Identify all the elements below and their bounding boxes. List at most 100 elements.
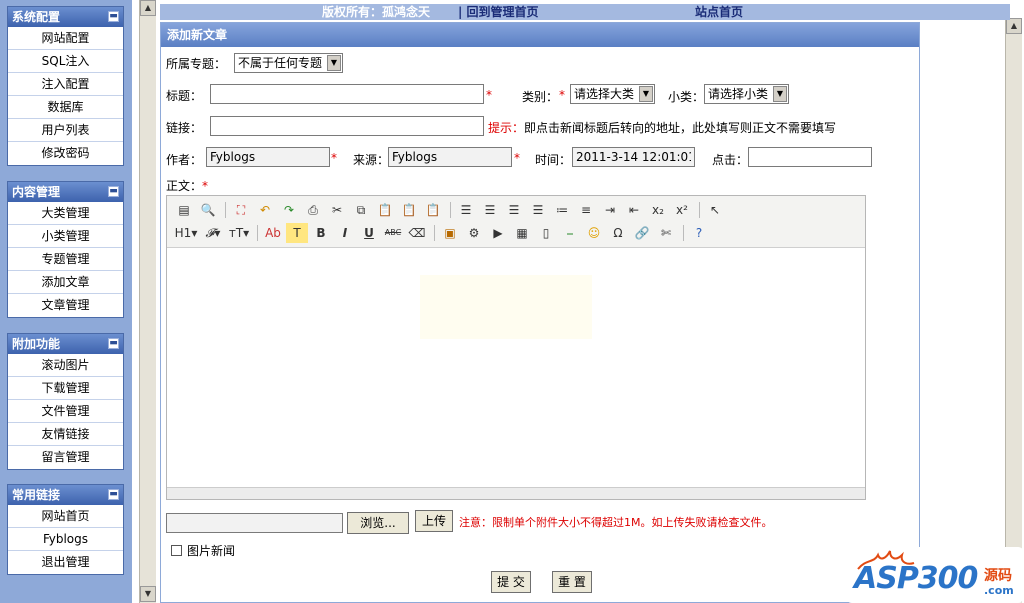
scroll-up-icon[interactable]: ▲ <box>1006 18 1022 34</box>
file-path-input[interactable] <box>166 513 343 533</box>
frame-scrollbar[interactable]: ▲ ▼ <box>139 0 156 603</box>
undo-icon[interactable]: ↶ <box>254 200 276 220</box>
menu-group-title: 内容管理 <box>12 185 61 199</box>
sidebar-item-scroll-images[interactable]: 滚动图片 <box>8 354 123 377</box>
source-icon[interactable]: ▤ <box>173 200 195 220</box>
indent-icon[interactable]: ⇥ <box>599 200 621 220</box>
sidebar-item-sql-injection[interactable]: SQL注入 <box>8 50 123 73</box>
subscript-icon[interactable]: x₂ <box>647 200 669 220</box>
menu-group-title: 系统配置 <box>12 10 61 24</box>
sidebar: 系统配置 ▬ 网站配置 SQL注入 注入配置 数据库 用户列表 修改密码 内容管… <box>0 0 132 603</box>
print-icon[interactable]: ⎙ <box>302 200 324 220</box>
browse-button[interactable]: 浏览... <box>347 512 409 534</box>
justify-icon[interactable]: ☰ <box>527 200 549 220</box>
menu-group-header[interactable]: 附加功能 ▬ <box>8 334 123 354</box>
scroll-down-icon[interactable]: ▼ <box>140 586 156 602</box>
time-input[interactable] <box>572 147 695 167</box>
sidebar-item-subcategory[interactable]: 小类管理 <box>8 225 123 248</box>
source-input[interactable] <box>388 147 512 167</box>
site-home-link[interactable]: 站点首页 <box>695 4 743 20</box>
link-input[interactable] <box>210 116 484 136</box>
cut-icon[interactable]: ✂ <box>326 200 348 220</box>
bold-icon[interactable]: B <box>310 223 332 243</box>
sidebar-item-files[interactable]: 文件管理 <box>8 400 123 423</box>
minus-icon[interactable]: ▬ <box>108 338 119 349</box>
paste-icon[interactable]: 📋 <box>374 200 396 220</box>
sidebar-item-topics[interactable]: 专题管理 <box>8 248 123 271</box>
help-icon[interactable]: ? <box>688 223 710 243</box>
author-input[interactable] <box>206 147 330 167</box>
image-icon[interactable]: ▣ <box>439 223 461 243</box>
paste-text-icon[interactable]: 📋 <box>398 200 420 220</box>
preview-icon[interactable]: 🔍 <box>197 200 219 220</box>
sidebar-item-injection-config[interactable]: 注入配置 <box>8 73 123 96</box>
main-scrollbar[interactable]: ▲ ▼ <box>1005 18 1022 603</box>
text-color-icon[interactable]: Ab <box>262 223 284 243</box>
sidebar-item-friend-links[interactable]: 友情链接 <box>8 423 123 446</box>
underline-icon[interactable]: U <box>358 223 380 243</box>
minus-icon[interactable]: ▬ <box>108 186 119 197</box>
sidebar-item-downloads[interactable]: 下载管理 <box>8 377 123 400</box>
menu-group-links: 常用链接 ▬ 网站首页 Fyblogs 退出管理 <box>7 484 124 575</box>
paste-word-icon[interactable]: 📋 <box>422 200 444 220</box>
minus-icon[interactable]: ▬ <box>108 11 119 22</box>
special-select[interactable]: 不属于任何专题 ▼ <box>234 53 343 73</box>
sidebar-item-site-config[interactable]: 网站配置 <box>8 27 123 50</box>
fullscreen-icon[interactable]: ⛶ <box>230 200 252 220</box>
unlink-icon[interactable]: ✄ <box>655 223 677 243</box>
superscript-icon[interactable]: x² <box>671 200 693 220</box>
image-news-checkbox[interactable] <box>171 545 182 556</box>
sidebar-item-change-password[interactable]: 修改密码 <box>8 142 123 165</box>
copy-icon[interactable]: ⧉ <box>350 200 372 220</box>
unordered-list-icon[interactable]: ≡ <box>575 200 597 220</box>
font-family-icon[interactable]: 𝓕▾ <box>201 223 225 243</box>
outdent-icon[interactable]: ⇤ <box>623 200 645 220</box>
submit-button[interactable]: 提 交 <box>491 571 531 593</box>
italic-icon[interactable]: I <box>334 223 356 243</box>
hr-icon[interactable]: ⎯ <box>559 223 581 243</box>
sidebar-item-logout[interactable]: 退出管理 <box>8 551 123 574</box>
menu-group-system: 系统配置 ▬ 网站配置 SQL注入 注入配置 数据库 用户列表 修改密码 <box>7 6 124 166</box>
sidebar-item-add-article[interactable]: 添加文章 <box>8 271 123 294</box>
strikethrough-icon[interactable]: ABC <box>382 223 404 243</box>
toolbar-separator <box>257 225 258 241</box>
sidebar-item-category[interactable]: 大类管理 <box>8 202 123 225</box>
sidebar-item-user-list[interactable]: 用户列表 <box>8 119 123 142</box>
page-break-icon[interactable]: ▯ <box>535 223 557 243</box>
menu-group-header[interactable]: 系统配置 ▬ <box>8 7 123 27</box>
minus-icon[interactable]: ▬ <box>108 489 119 500</box>
reset-button[interactable]: 重 置 <box>552 571 592 593</box>
editor-content-area[interactable] <box>167 248 865 488</box>
sidebar-item-article-manage[interactable]: 文章管理 <box>8 294 123 317</box>
subcategory-select[interactable]: 请选择小类 ▼ <box>704 84 789 104</box>
menu-group-header[interactable]: 内容管理 ▬ <box>8 182 123 202</box>
select-all-icon[interactable]: ↖ <box>704 200 726 220</box>
align-center-icon[interactable]: ☰ <box>479 200 501 220</box>
link-icon[interactable]: 🔗 <box>631 223 653 243</box>
table-icon[interactable]: ▦ <box>511 223 533 243</box>
sidebar-item-guestbook[interactable]: 留言管理 <box>8 446 123 469</box>
emoticon-icon[interactable]: ☺ <box>583 223 605 243</box>
ordered-list-icon[interactable]: ≔ <box>551 200 573 220</box>
required-mark: * <box>486 88 492 102</box>
sidebar-item-site-home[interactable]: 网站首页 <box>8 505 123 528</box>
flash-icon[interactable]: ⚙ <box>463 223 485 243</box>
special-char-icon[interactable]: Ω <box>607 223 629 243</box>
title-input[interactable] <box>210 84 484 104</box>
redo-icon[interactable]: ↷ <box>278 200 300 220</box>
font-size-icon[interactable]: тT▾ <box>227 223 251 243</box>
scroll-up-icon[interactable]: ▲ <box>140 0 156 16</box>
media-icon[interactable]: ▶ <box>487 223 509 243</box>
category-select[interactable]: 请选择大类 ▼ <box>570 84 655 104</box>
highlight-icon[interactable]: T <box>286 223 308 243</box>
heading-icon[interactable]: H1▾ <box>173 223 199 243</box>
back-admin-link[interactable]: | 回到管理首页 <box>458 4 539 20</box>
menu-group-header[interactable]: 常用链接 ▬ <box>8 485 123 505</box>
align-right-icon[interactable]: ☰ <box>503 200 525 220</box>
upload-button[interactable]: 上传 <box>415 510 453 532</box>
align-left-icon[interactable]: ☰ <box>455 200 477 220</box>
sidebar-item-fyblogs[interactable]: Fyblogs <box>8 528 123 551</box>
sidebar-item-database[interactable]: 数据库 <box>8 96 123 119</box>
clicks-input[interactable] <box>748 147 872 167</box>
eraser-icon[interactable]: ⌫ <box>406 223 428 243</box>
